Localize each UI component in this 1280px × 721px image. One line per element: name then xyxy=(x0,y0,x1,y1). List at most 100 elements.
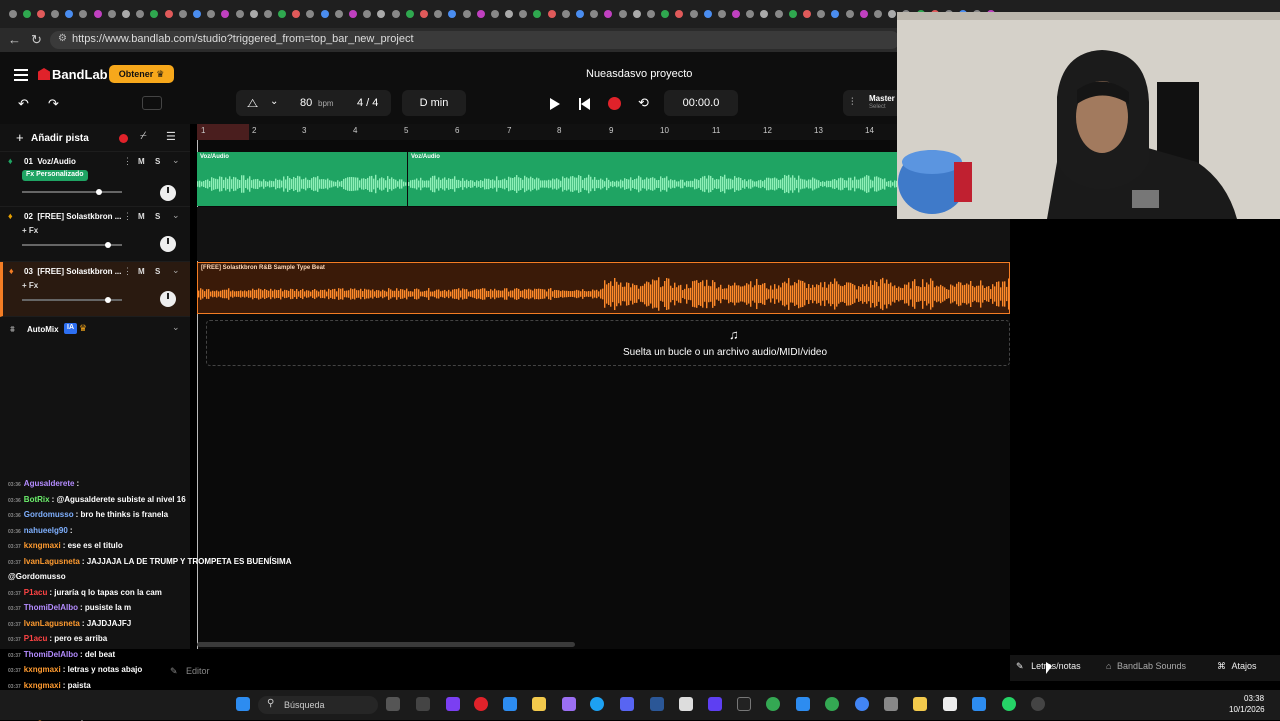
tempo-value[interactable]: 80 xyxy=(300,97,312,109)
app-icon[interactable] xyxy=(708,697,722,711)
widgets-icon[interactable] xyxy=(386,697,400,711)
browser-tab[interactable] xyxy=(758,6,771,22)
browser-tab[interactable] xyxy=(659,6,672,22)
whatsapp-icon[interactable] xyxy=(1002,697,1016,711)
opera-icon[interactable] xyxy=(474,697,488,711)
brand-name[interactable]: BandLab xyxy=(52,67,108,82)
browser-tab[interactable] xyxy=(134,6,147,22)
browser-tab[interactable] xyxy=(871,6,884,22)
volume-knob[interactable] xyxy=(105,242,111,248)
browser-tab[interactable] xyxy=(233,6,246,22)
browser-tab[interactable] xyxy=(503,6,516,22)
browser-tab[interactable] xyxy=(687,6,700,22)
taskbar-search[interactable]: ⚲ Búsqueda xyxy=(258,696,378,714)
files-icon[interactable] xyxy=(913,697,927,711)
lane-2[interactable] xyxy=(197,207,1010,261)
browser-tab[interactable] xyxy=(730,6,743,22)
app-icon[interactable] xyxy=(446,697,460,711)
url-field[interactable]: ⚙ https://www.bandlab.com/studio?trigger… xyxy=(50,31,900,49)
pan-knob[interactable] xyxy=(160,185,176,201)
browser-tab[interactable] xyxy=(34,6,47,22)
browser-tab[interactable] xyxy=(857,6,870,22)
key-selector[interactable]: D min xyxy=(402,90,466,116)
record-arm-icon[interactable] xyxy=(119,134,128,143)
browser-tab[interactable] xyxy=(148,6,161,22)
track-row-3[interactable]: ♦ 03 [FREE] Solastkbron ... ⋮ M S ⌄ + Fx xyxy=(0,262,190,317)
solo-button[interactable]: S xyxy=(155,157,160,166)
mixer-toggle-icon[interactable] xyxy=(142,96,162,110)
browser-tab[interactable] xyxy=(488,6,501,22)
browser-tab[interactable] xyxy=(829,6,842,22)
shortcuts-button[interactable]: ⌘ Atajos xyxy=(1217,661,1257,672)
pen-app-icon[interactable] xyxy=(562,697,576,711)
browser-tab[interactable] xyxy=(701,6,714,22)
solo-button[interactable]: S xyxy=(155,212,160,221)
track-menu-icon[interactable]: ⋮ xyxy=(123,211,132,222)
volume-slider[interactable] xyxy=(22,189,122,195)
browser-tab[interactable] xyxy=(801,6,814,22)
browser-tab[interactable] xyxy=(205,6,218,22)
browser-tab[interactable] xyxy=(715,6,728,22)
fx-custom-badge[interactable]: Fx Personalizado xyxy=(22,170,88,181)
audio-region[interactable]: Voz/Audio xyxy=(197,152,407,206)
browser-tab[interactable] xyxy=(843,6,856,22)
browser-tab[interactable] xyxy=(744,6,757,22)
record-icon[interactable] xyxy=(608,97,621,110)
browser-tab[interactable] xyxy=(20,6,33,22)
browser-tab[interactable] xyxy=(247,6,260,22)
windows-start-icon[interactable] xyxy=(236,697,250,711)
pan-knob[interactable] xyxy=(160,291,176,307)
chrome-icon[interactable] xyxy=(825,697,839,711)
chrome-icon[interactable] xyxy=(855,697,869,711)
browser-tab[interactable] xyxy=(91,6,104,22)
browser-tab[interactable] xyxy=(290,6,303,22)
browser-tab[interactable] xyxy=(531,6,544,22)
browser-tab[interactable] xyxy=(219,6,232,22)
timeline-ruler[interactable]: 1 2 3 4 5 6 7 8 9 10 11 12 13 14 xyxy=(197,124,897,140)
tuner-icon[interactable]: ⌿ xyxy=(140,130,147,143)
app-icon[interactable] xyxy=(972,697,986,711)
browser-tab[interactable] xyxy=(318,6,331,22)
audio-region[interactable]: [FREE] Solastkbron R&B Sample Type Beat xyxy=(197,262,1010,314)
browser-tab[interactable] xyxy=(772,6,785,22)
mute-button[interactable]: M xyxy=(138,212,145,221)
browser-tab[interactable] xyxy=(63,6,76,22)
track-row-1[interactable]: ♦ 01 Voz/Audio ⋮ M S ⌄ Fx Personalizado xyxy=(0,152,190,207)
obs-icon[interactable] xyxy=(1031,697,1045,711)
browser-tab[interactable] xyxy=(261,6,274,22)
browser-tab[interactable] xyxy=(417,6,430,22)
browser-tab[interactable] xyxy=(162,6,175,22)
mute-button[interactable]: M xyxy=(138,157,145,166)
automix-row[interactable]: ⩩ AutoMix IA ♛ ⌄ xyxy=(0,320,190,340)
browser-tab[interactable] xyxy=(460,6,473,22)
track-menu-icon[interactable]: ⋮ xyxy=(123,156,132,167)
redo-icon[interactable]: ↷ xyxy=(48,96,59,112)
chevron-down-icon[interactable]: ⌄ xyxy=(172,322,180,333)
drop-zone[interactable]: ♫ Suelta un bucle o un archivo audio/MID… xyxy=(206,320,1010,366)
folder-icon[interactable] xyxy=(532,697,546,711)
play-icon[interactable] xyxy=(550,98,560,110)
browser-tab[interactable] xyxy=(6,6,19,22)
add-track-button[interactable]: Añadir pista xyxy=(31,133,89,144)
chevron-down-icon[interactable]: ⌄ xyxy=(172,210,180,221)
audio-region[interactable]: Voz/Audio xyxy=(408,152,898,206)
project-title[interactable]: Nueasdasvo proyecto xyxy=(586,68,692,80)
browser-tab[interactable] xyxy=(389,6,402,22)
edge-icon[interactable] xyxy=(590,697,604,711)
back-arrow-icon[interactable]: ← xyxy=(8,32,21,47)
filter-icon[interactable]: ☰ xyxy=(166,130,176,143)
track-row-2[interactable]: ♦ 02 [FREE] Solastkbron ... ⋮ M S ⌄ + Fx xyxy=(0,207,190,262)
settings-icon[interactable] xyxy=(884,697,898,711)
browser-tab[interactable] xyxy=(474,6,487,22)
browser-tab[interactable] xyxy=(574,6,587,22)
discord-icon[interactable] xyxy=(620,697,634,711)
solo-button[interactable]: S xyxy=(155,267,160,276)
volume-slider[interactable] xyxy=(22,242,122,248)
get-plan-button[interactable]: Obtener ♛ xyxy=(109,65,174,83)
volume-knob[interactable] xyxy=(105,297,111,303)
browser-tab[interactable] xyxy=(276,6,289,22)
loop-icon[interactable]: ⟲ xyxy=(638,95,649,111)
pan-knob[interactable] xyxy=(160,236,176,252)
chrome-icon[interactable] xyxy=(766,697,780,711)
browser-tab[interactable] xyxy=(49,6,62,22)
